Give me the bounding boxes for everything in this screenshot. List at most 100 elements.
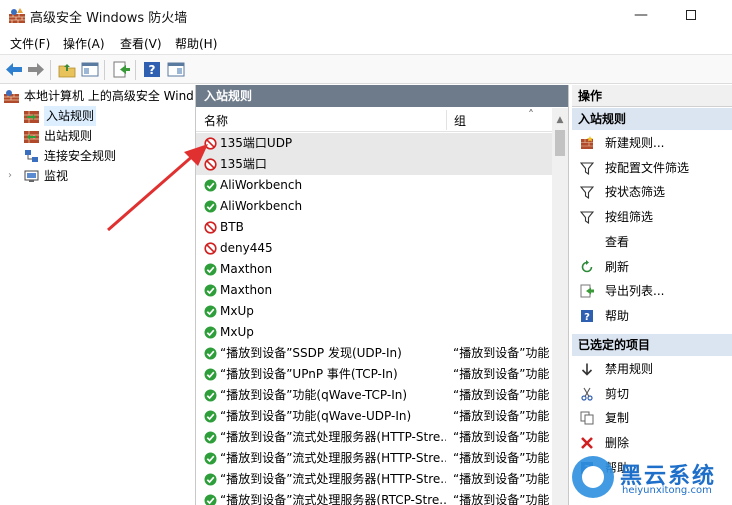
- maximize-button[interactable]: [668, 0, 714, 32]
- allowed-rule-icon: [204, 326, 217, 339]
- rule-name: “播放到设备”流式处理服务器(HTTP-Stre...: [220, 472, 446, 486]
- action-label: 查看: [605, 234, 630, 249]
- toolbar: ?: [0, 54, 732, 84]
- toolbar-separator: [50, 60, 51, 80]
- table-row[interactable]: MxUp: [196, 301, 552, 322]
- allowed-rule-icon: [204, 179, 217, 192]
- table-row[interactable]: MxUp: [196, 322, 552, 343]
- rule-name: “播放到设备”流式处理服务器(HTTP-Stre...: [220, 430, 446, 444]
- action-item[interactable]: 复制: [572, 406, 732, 430]
- copy-icon: [580, 411, 594, 425]
- actions-section-selected[interactable]: 已选定的项目: [572, 334, 732, 356]
- table-row[interactable]: deny445: [196, 238, 552, 259]
- rule-group: “播放到设备”功能: [453, 451, 549, 465]
- column-divider[interactable]: [446, 110, 447, 130]
- allowed-rule-icon: [204, 410, 217, 423]
- rule-name: “播放到设备”功能(qWave-UDP-In): [220, 409, 412, 423]
- watermark-logo-inner: [582, 466, 604, 488]
- table-row[interactable]: Maxthon: [196, 280, 552, 301]
- toolbar-separator: [135, 60, 136, 80]
- tree-root-label: 本地计算机 上的高级安全 Windows: [24, 89, 194, 103]
- scroll-up-icon[interactable]: ▲: [552, 112, 568, 128]
- menu-view[interactable]: 查看(V): [120, 35, 162, 52]
- rule-name: “播放到设备”流式处理服务器(HTTP-Stre...: [220, 451, 446, 465]
- action-item[interactable]: 禁用规则: [572, 357, 732, 381]
- action-item[interactable]: 查看: [572, 230, 732, 254]
- action-item[interactable]: 刷新: [572, 255, 732, 279]
- up-folder-icon[interactable]: [57, 60, 77, 79]
- rules-list: 135端口UDP 135端口 AliWorkbench AliWorkbench BTB…: [196, 133, 552, 505]
- action-label: 导出列表...: [605, 284, 665, 299]
- rule-name: AliWorkbench: [220, 199, 303, 213]
- table-row[interactable]: “播放到设备”流式处理服务器(RTCP-Stre... “播放到设备”功能: [196, 490, 552, 505]
- export-icon: [580, 284, 594, 298]
- allowed-rule-icon: [204, 305, 217, 318]
- action-label: 剪切: [605, 386, 630, 401]
- minimize-button[interactable]: —: [618, 0, 664, 32]
- table-row[interactable]: BTB: [196, 217, 552, 238]
- rule-name: 135端口UDP: [220, 136, 293, 150]
- back-arrow-icon[interactable]: [4, 60, 24, 79]
- expand-chevron-icon[interactable]: ›: [8, 166, 12, 186]
- table-row[interactable]: AliWorkbench: [196, 196, 552, 217]
- filter-icon: [580, 186, 594, 200]
- table-row[interactable]: “播放到设备”功能(qWave-TCP-In) “播放到设备”功能: [196, 385, 552, 406]
- table-row[interactable]: “播放到设备”流式处理服务器(HTTP-Stre... “播放到设备”功能: [196, 427, 552, 448]
- rule-name: BTB: [220, 220, 244, 234]
- rule-name: “播放到设备”流式处理服务器(RTCP-Stre...: [220, 493, 446, 505]
- column-group-header[interactable]: 组: [454, 112, 466, 129]
- rule-name: 135端口: [220, 157, 267, 171]
- allowed-rule-icon: [204, 389, 217, 402]
- sort-caret-icon: ˄: [528, 108, 534, 122]
- rule-name: AliWorkbench: [220, 178, 303, 192]
- action-item[interactable]: ? 帮助: [572, 304, 732, 328]
- tree-pane: 本地计算机 上的高级安全 Windows 入站规则 出站规则 连接安全规则 ›: [0, 85, 194, 505]
- rule-name: deny445: [220, 241, 273, 255]
- help-icon[interactable]: ?: [142, 60, 162, 79]
- action-label: 禁用规则: [605, 362, 654, 376]
- action-item[interactable]: 导出列表...: [572, 279, 732, 303]
- menu-action[interactable]: 操作(A): [63, 35, 105, 52]
- vertical-scrollbar[interactable]: ▲: [552, 108, 568, 505]
- column-name-header[interactable]: 名称: [204, 112, 228, 129]
- export-list-icon[interactable]: [111, 60, 131, 79]
- disable-icon: [581, 363, 593, 376]
- watermark-url: heiyunxitong.com: [622, 485, 712, 496]
- table-row[interactable]: 135端口: [196, 154, 552, 175]
- show-hide-tree-icon[interactable]: [80, 60, 100, 79]
- table-row[interactable]: “播放到设备”SSDP 发现(UDP-In) “播放到设备”功能: [196, 343, 552, 364]
- forward-arrow-icon[interactable]: [26, 60, 46, 79]
- actions-section-inbound[interactable]: 入站规则: [572, 108, 732, 130]
- tree-item-label: 入站规则: [44, 106, 97, 126]
- scrollbar-thumb[interactable]: [555, 130, 565, 156]
- action-item[interactable]: 按配置文件筛选: [572, 156, 732, 180]
- table-row[interactable]: AliWorkbench: [196, 175, 552, 196]
- tree-item-label: 连接安全规则: [44, 149, 117, 163]
- action-item[interactable]: 按组筛选: [572, 205, 732, 229]
- blocked-rule-icon: [204, 137, 217, 150]
- actions-header: 操作: [572, 85, 732, 107]
- table-row[interactable]: “播放到设备”流式处理服务器(HTTP-Stre... “播放到设备”功能: [196, 448, 552, 469]
- menu-file[interactable]: 文件(F): [10, 35, 50, 52]
- table-row[interactable]: “播放到设备”功能(qWave-UDP-In) “播放到设备”功能: [196, 406, 552, 427]
- allowed-rule-icon: [204, 473, 217, 486]
- menu-help[interactable]: 帮助(H): [175, 35, 217, 52]
- rule-name: MxUp: [220, 304, 254, 318]
- tree-item-label: 监视: [44, 169, 69, 183]
- action-item[interactable]: 按状态筛选: [572, 180, 732, 204]
- allowed-rule-icon: [204, 368, 217, 381]
- inbound-rules-icon: [24, 111, 39, 123]
- action-label: 刷新: [605, 259, 630, 274]
- table-row[interactable]: 135端口UDP: [196, 133, 552, 154]
- action-item[interactable]: 新建规则...: [572, 131, 732, 155]
- table-row[interactable]: “播放到设备”流式处理服务器(HTTP-Stre... “播放到设备”功能: [196, 469, 552, 490]
- rule-name: Maxthon: [220, 262, 273, 276]
- action-item[interactable]: 剪切: [572, 382, 732, 406]
- show-action-pane-icon[interactable]: [166, 60, 186, 79]
- table-row[interactable]: “播放到设备”UPnP 事件(TCP-In) “播放到设备”功能: [196, 364, 552, 385]
- table-row[interactable]: Maxthon: [196, 259, 552, 280]
- rule-group: “播放到设备”功能: [453, 493, 549, 505]
- rules-list-pane: 入站规则 名称 组 ˄ 135端口UDP 135端口 AliWorkbench Ali…: [195, 85, 569, 505]
- tree-item-monitoring[interactable]: › 监视: [8, 166, 128, 186]
- blocked-rule-icon: [204, 158, 217, 171]
